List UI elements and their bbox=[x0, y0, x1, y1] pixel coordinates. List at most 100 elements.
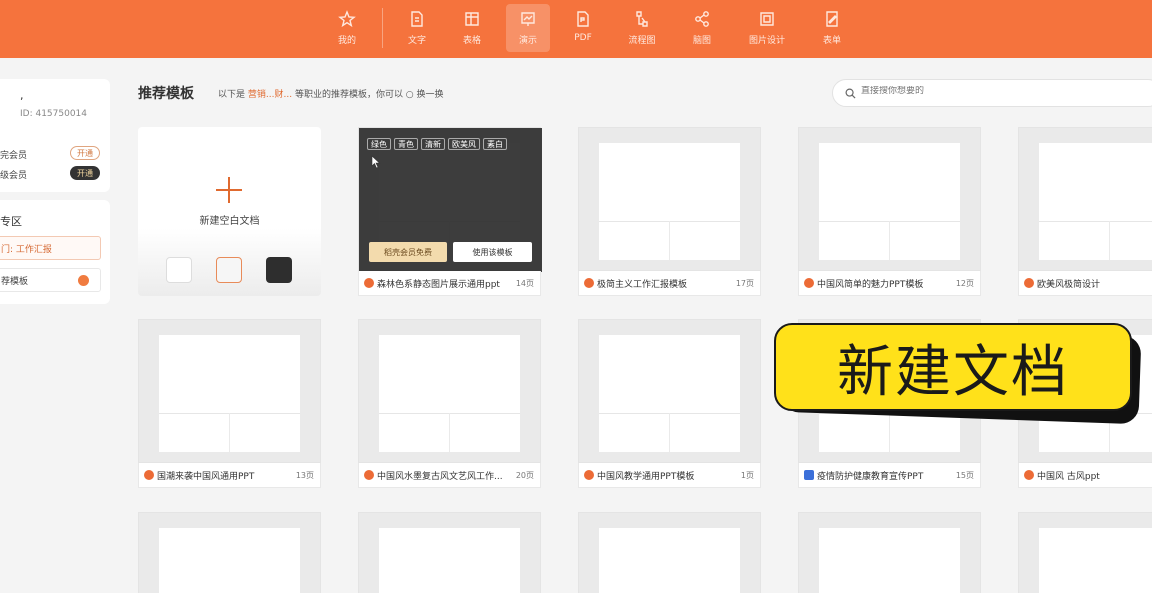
new-blank-doc-label: 新建空白文档 bbox=[199, 216, 260, 227]
template-caption: 森林色系静态图片展示通用ppt 14页 bbox=[358, 271, 541, 296]
template-type-icon bbox=[804, 278, 814, 288]
template-thumbnail[interactable] bbox=[358, 319, 541, 463]
tab-form[interactable]: 表单 bbox=[810, 4, 854, 52]
template-thumbnail[interactable] bbox=[1018, 127, 1152, 271]
template-type-icon bbox=[584, 470, 594, 480]
template-card[interactable]: 中国风水墨复古风文艺风工作... 20页 bbox=[358, 319, 541, 488]
template-card[interactable]: 国潮来袭中国风通用PPT 13页 bbox=[138, 319, 321, 488]
tab-label: 图片设计 bbox=[748, 36, 785, 46]
flowchart-icon bbox=[636, 11, 648, 27]
template-caption: 中国风 古风ppt bbox=[1018, 463, 1152, 488]
tag[interactable]: 清新 bbox=[421, 138, 445, 150]
membership-label: 级会员 bbox=[0, 171, 28, 181]
tag[interactable]: 青色 bbox=[394, 138, 418, 150]
use-template-button[interactable]: 使用该模板 bbox=[453, 242, 532, 262]
template-thumbnail[interactable]: 绿色 青色 清新 欧美风 素白 稻壳会员免费 使用该模板 bbox=[358, 127, 542, 272]
template-thumbnail[interactable] bbox=[138, 319, 321, 463]
template-card[interactable]: 极简主义工作汇报模板 17页 bbox=[578, 127, 761, 296]
template-pages: 17页 bbox=[735, 279, 754, 288]
template-thumbnail[interactable] bbox=[1018, 512, 1152, 593]
star-icon bbox=[338, 10, 356, 28]
cursor-icon bbox=[371, 155, 381, 169]
tab-mine[interactable]: 我的 bbox=[325, 4, 369, 52]
template-type-icon bbox=[364, 278, 374, 288]
tag[interactable]: 绿色 bbox=[367, 138, 391, 150]
top-nav-bar: 我的 文字 表格 演示 PDF 流程图 脑图 图片设计 表单 bbox=[0, 0, 1152, 58]
zone-card: 专区 门: 工作汇报 荐模板 bbox=[0, 200, 110, 304]
template-pages: 12页 bbox=[955, 279, 974, 288]
template-thumbnail[interactable] bbox=[138, 512, 321, 593]
template-pages: 20页 bbox=[515, 471, 534, 480]
template-card[interactable] bbox=[1018, 512, 1152, 593]
template-caption: 中国风水墨复古风文艺风工作... 20页 bbox=[358, 463, 541, 488]
gray-theme-swatch[interactable] bbox=[216, 257, 242, 283]
badge-icon bbox=[78, 275, 89, 286]
zone-title: 专区 bbox=[0, 215, 22, 228]
tab-label: 表格 bbox=[462, 36, 481, 46]
activate-button[interactable]: 开通 bbox=[70, 166, 100, 180]
member-free-button[interactable]: 稻壳会员免费 bbox=[369, 242, 447, 262]
template-card[interactable]: 欧美风极简设计 bbox=[1018, 127, 1152, 296]
tag[interactable]: 欧美风 bbox=[448, 138, 480, 150]
tab-presentation[interactable]: 演示 bbox=[506, 4, 550, 52]
tab-flowchart[interactable]: 流程图 bbox=[620, 4, 664, 52]
doc-icon bbox=[411, 11, 423, 27]
template-thumbnail[interactable] bbox=[798, 512, 981, 593]
subtitle-suffix[interactable]: 等职业的推荐模板，你可以 ○ 换一换 bbox=[295, 90, 444, 100]
template-thumbnail[interactable] bbox=[358, 512, 541, 593]
template-caption: 中国风教学通用PPT模板 1页 bbox=[578, 463, 761, 488]
search-box[interactable] bbox=[832, 79, 1152, 107]
search-input[interactable] bbox=[861, 86, 1141, 96]
template-caption: 疫情防护健康教育宣传PPT 15页 bbox=[798, 463, 981, 488]
tag-list: 绿色 青色 清新 欧美风 素白 bbox=[367, 138, 507, 150]
template-card[interactable] bbox=[578, 512, 761, 593]
tab-label: 我的 bbox=[337, 36, 356, 46]
template-title: 中国风简单的魅力PPT模板 bbox=[817, 280, 924, 290]
new-blank-doc-card[interactable]: 新建空白文档 bbox=[138, 127, 321, 296]
user-id: ID: 415750014 bbox=[20, 109, 88, 119]
tab-pdf[interactable]: PDF bbox=[561, 4, 605, 52]
template-title: 极简主义工作汇报模板 bbox=[597, 280, 688, 290]
tab-label: 脑图 bbox=[692, 36, 711, 46]
user-name: , bbox=[20, 89, 24, 102]
template-card[interactable] bbox=[798, 512, 981, 593]
tab-image-design[interactable]: 图片设计 bbox=[745, 4, 789, 52]
template-title: 欧美风极简设计 bbox=[1037, 280, 1101, 290]
template-thumbnail[interactable] bbox=[578, 512, 761, 593]
pdf-icon bbox=[577, 11, 589, 27]
template-title: 疫情防护健康教育宣传PPT bbox=[817, 472, 924, 482]
tab-spreadsheet[interactable]: 表格 bbox=[450, 4, 494, 52]
template-pages: 13页 bbox=[295, 471, 314, 480]
tag[interactable]: 素白 bbox=[483, 138, 507, 150]
template-card[interactable]: 中国风简单的魅力PPT模板 12页 bbox=[798, 127, 981, 296]
template-type-icon bbox=[364, 470, 374, 480]
template-pages: 15页 bbox=[955, 471, 974, 480]
template-title: 中国风教学通用PPT模板 bbox=[597, 472, 695, 482]
image-design-icon bbox=[760, 12, 774, 26]
tab-label: 演示 bbox=[518, 36, 537, 46]
tab-label: 表单 bbox=[822, 36, 841, 46]
white-theme-swatch[interactable] bbox=[166, 257, 192, 283]
template-thumbnail[interactable] bbox=[578, 127, 761, 271]
template-type-icon bbox=[584, 278, 594, 288]
tab-divider bbox=[382, 8, 383, 48]
template-type-icon bbox=[144, 470, 154, 480]
dark-theme-swatch[interactable] bbox=[266, 257, 292, 283]
template-thumbnail[interactable] bbox=[798, 127, 981, 271]
zone-item-recommended[interactable]: 荐模板 bbox=[0, 268, 101, 292]
tab-writer[interactable]: 文字 bbox=[395, 4, 439, 52]
form-icon bbox=[826, 11, 838, 27]
user-card: , ID: 415750014 完会员 开通 级会员 开通 bbox=[0, 79, 110, 192]
activate-button[interactable]: 开通 bbox=[70, 146, 100, 160]
tab-label: 流程图 bbox=[628, 36, 656, 46]
template-card[interactable]: 中国风教学通用PPT模板 1页 bbox=[578, 319, 761, 488]
template-card[interactable]: 绿色 青色 清新 欧美风 素白 稻壳会员免费 使用该模板 森林色系静态图片展示通… bbox=[358, 127, 542, 296]
template-caption: 中国风简单的魅力PPT模板 12页 bbox=[798, 271, 981, 296]
zone-item-work-report[interactable]: 门: 工作汇报 bbox=[0, 236, 101, 260]
tab-mindmap[interactable]: 脑图 bbox=[680, 4, 724, 52]
template-title: 中国风水墨复古风文艺风工作... bbox=[377, 472, 503, 482]
template-card[interactable] bbox=[358, 512, 541, 593]
subtitle-highlight[interactable]: 营销...财... bbox=[248, 90, 292, 100]
template-thumbnail[interactable] bbox=[578, 319, 761, 463]
template-card[interactable] bbox=[138, 512, 321, 593]
